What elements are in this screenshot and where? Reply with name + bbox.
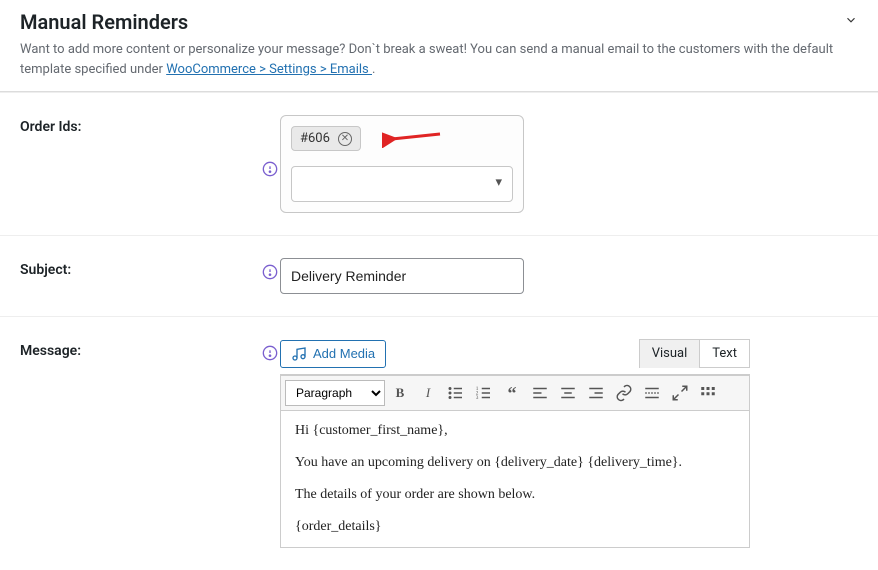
- read-more-button[interactable]: [639, 380, 665, 406]
- align-left-button[interactable]: [527, 380, 553, 406]
- align-center-button[interactable]: [555, 380, 581, 406]
- tab-visual[interactable]: Visual: [639, 339, 701, 368]
- message-line: Hi {customer_first_name},: [295, 423, 735, 439]
- editor-toolbar: Paragraph B I 123 “: [281, 375, 749, 411]
- help-icon[interactable]: [260, 339, 280, 548]
- section-title: Manual Reminders: [20, 10, 188, 34]
- link-button[interactable]: [611, 380, 637, 406]
- message-row: Message: Add Media Visual Text Paragraph…: [0, 316, 878, 570]
- toolbar-toggle-button[interactable]: [695, 380, 721, 406]
- chevron-down-icon[interactable]: [844, 13, 858, 31]
- order-tag: #606 ✕: [291, 126, 361, 151]
- svg-text:3: 3: [476, 395, 479, 401]
- message-line: {order_details}: [295, 519, 735, 535]
- editor-container: Paragraph B I 123 “ Hi {customer_first_n…: [280, 374, 750, 548]
- subject-row: Subject:: [0, 235, 878, 316]
- message-line: You have an upcoming delivery on {delive…: [295, 455, 735, 471]
- editor-body[interactable]: Hi {customer_first_name}, You have an up…: [281, 411, 749, 547]
- help-icon[interactable]: [260, 258, 280, 294]
- add-media-button[interactable]: Add Media: [280, 340, 386, 368]
- subject-input[interactable]: [280, 258, 524, 294]
- tab-text[interactable]: Text: [699, 339, 750, 368]
- fullscreen-button[interactable]: [667, 380, 693, 406]
- italic-button[interactable]: I: [415, 380, 441, 406]
- music-note-icon: [291, 346, 307, 362]
- section-header: Manual Reminders Want to add more conten…: [0, 0, 878, 91]
- order-id-select[interactable]: [291, 166, 513, 202]
- subject-label: Subject:: [20, 258, 260, 294]
- bullet-list-button[interactable]: [443, 380, 469, 406]
- numbered-list-button[interactable]: 123: [471, 380, 497, 406]
- message-label: Message:: [20, 339, 260, 548]
- order-ids-label: Order Ids:: [20, 115, 260, 213]
- order-tag-label: #606: [300, 131, 330, 146]
- message-line: The details of your order are shown belo…: [295, 487, 735, 503]
- format-select[interactable]: Paragraph: [285, 380, 385, 406]
- blockquote-button[interactable]: “: [499, 380, 525, 406]
- bold-button[interactable]: B: [387, 380, 413, 406]
- order-ids-row: Order Ids: #606 ✕: [0, 92, 878, 235]
- align-right-button[interactable]: [583, 380, 609, 406]
- order-ids-field[interactable]: #606 ✕: [280, 115, 524, 213]
- editor-tabs: Visual Text: [640, 339, 750, 368]
- arrow-annotation: [382, 126, 442, 152]
- add-media-label: Add Media: [313, 346, 375, 361]
- section-description: Want to add more content or personalize …: [20, 40, 858, 79]
- settings-emails-link[interactable]: WooCommerce > Settings > Emails: [166, 62, 372, 77]
- help-icon[interactable]: [260, 115, 280, 213]
- remove-tag-icon[interactable]: ✕: [338, 132, 352, 146]
